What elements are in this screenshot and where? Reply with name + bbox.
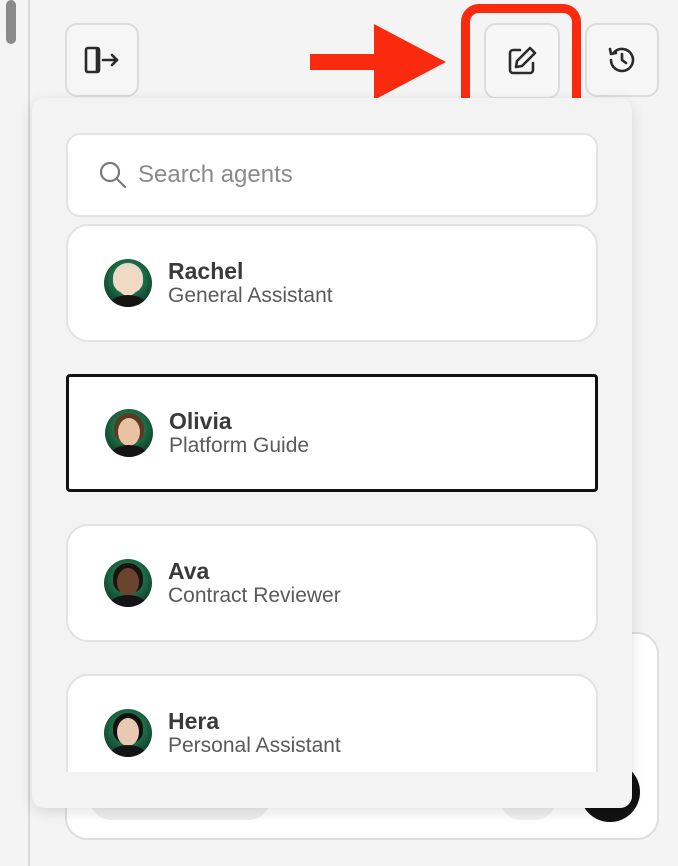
history-button[interactable] (585, 23, 659, 97)
agent-list: Rachel General Assistant Olivia Platform Gu… (66, 224, 598, 772)
exit-panel-button[interactable] (65, 23, 139, 97)
agent-card-ava[interactable]: Ava Contract Reviewer (66, 524, 598, 642)
agent-role: Platform Guide (169, 434, 310, 457)
agent-role: Personal Assistant (168, 734, 341, 757)
agent-name: Rachel (168, 258, 244, 284)
red-arrow-icon (310, 24, 446, 100)
agent-card-hera[interactable]: Hera Personal Assistant (66, 674, 598, 772)
search-icon (98, 160, 128, 190)
agent-text: Rachel General Assistant (168, 258, 333, 308)
left-sidebar-edge (0, 0, 30, 866)
agent-name: Olivia (169, 408, 232, 434)
agent-role: Contract Reviewer (168, 584, 341, 607)
agent-role: General Assistant (168, 284, 333, 307)
avatar (104, 559, 152, 607)
agent-dropdown: Search agents Rachel General Assistant Oli… (32, 98, 632, 808)
scrollbar-thumb[interactable] (6, 0, 16, 44)
avatar (104, 259, 152, 307)
history-icon (608, 47, 635, 73)
avatar (104, 709, 152, 757)
agent-text: Hera Personal Assistant (168, 708, 341, 758)
agent-name: Ava (168, 558, 210, 584)
exit-panel-icon (84, 46, 119, 74)
agent-card-rachel[interactable]: Rachel General Assistant (66, 224, 598, 342)
agent-name: Hera (168, 708, 220, 734)
agent-text: Ava Contract Reviewer (168, 558, 341, 608)
search-placeholder: Search agents (138, 161, 293, 188)
page: Search agents Rachel General Assistant Oli… (0, 0, 678, 866)
avatar (105, 409, 153, 457)
search-agents-input[interactable]: Search agents (66, 133, 598, 217)
agent-card-olivia[interactable]: Olivia Platform Guide (66, 374, 598, 492)
agent-text: Olivia Platform Guide (169, 408, 309, 458)
